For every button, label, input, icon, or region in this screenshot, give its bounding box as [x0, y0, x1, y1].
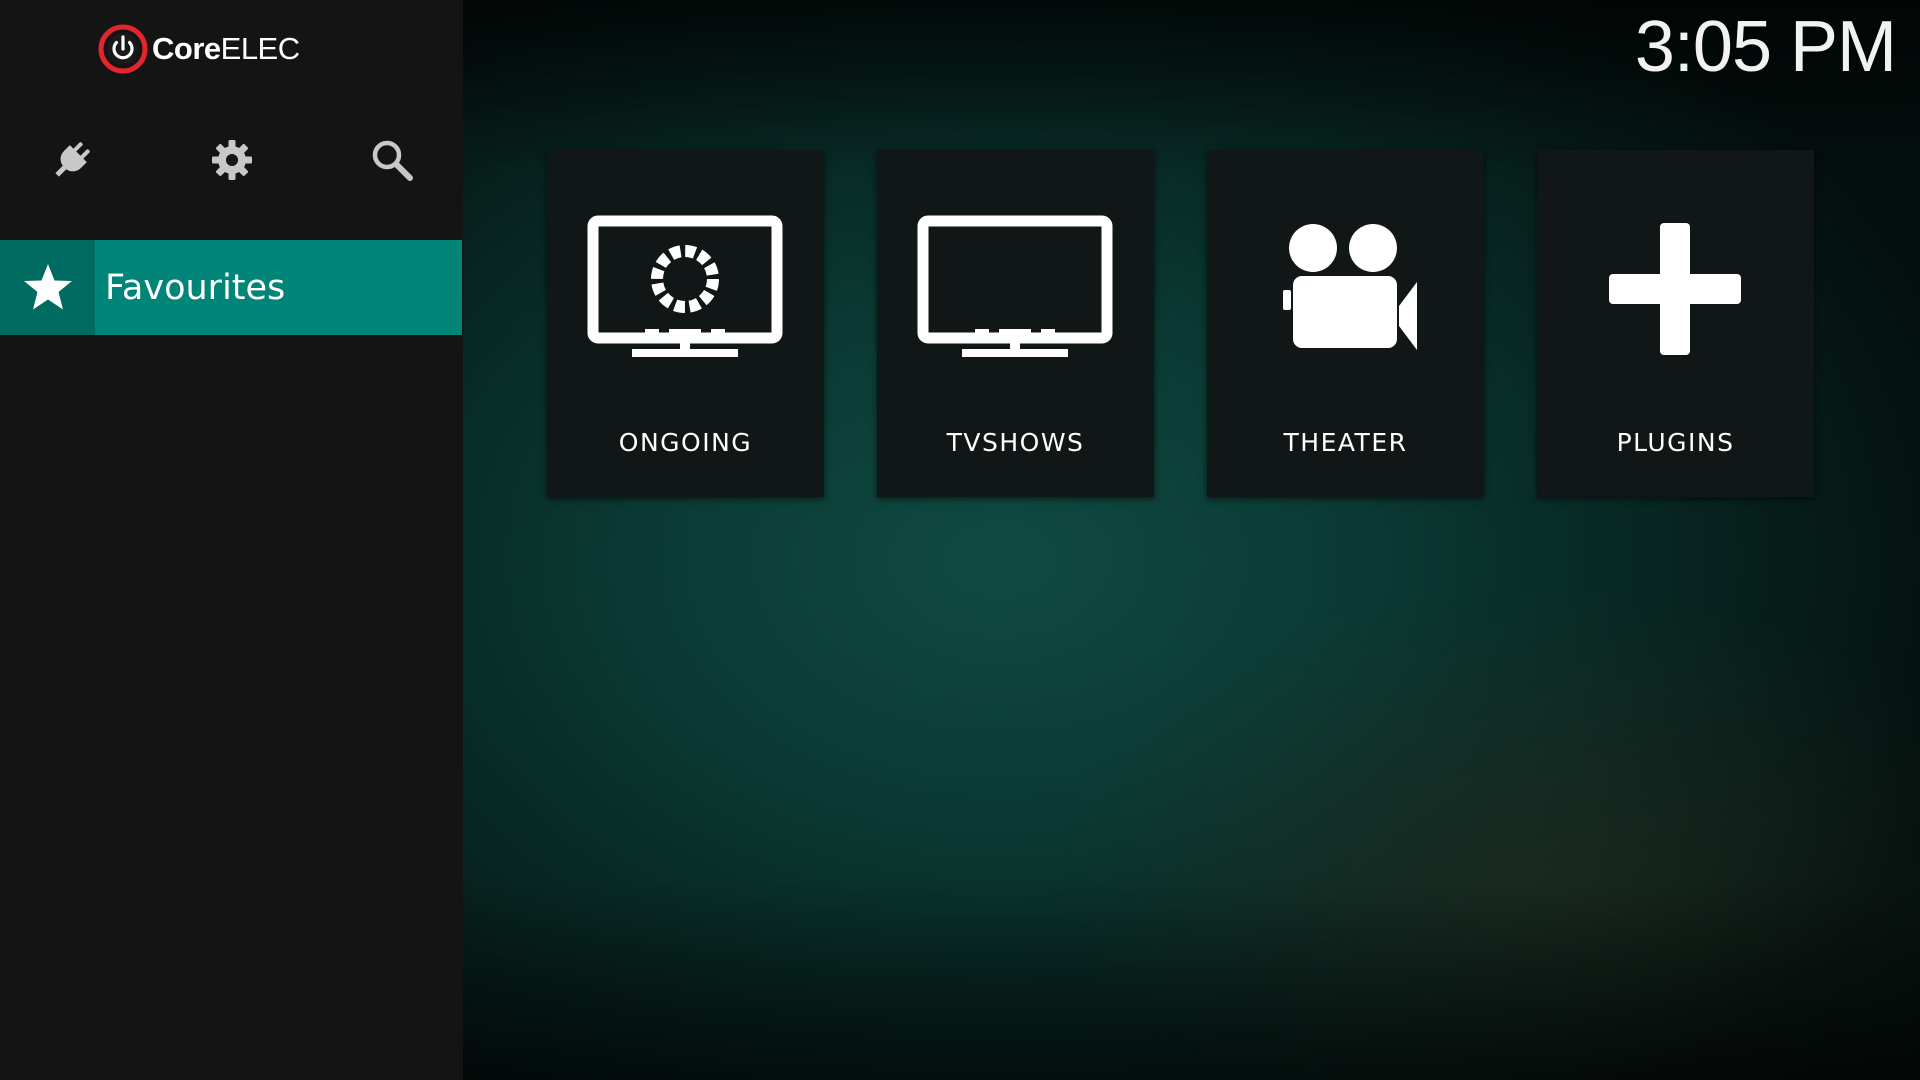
tv-icon: [917, 215, 1113, 357]
search-icon: [372, 140, 413, 181]
favourite-tile-theater[interactable]: THEATER: [1207, 150, 1484, 497]
favourite-tile-ongoing[interactable]: ONGOING: [547, 150, 824, 497]
video-camera-icon: [1283, 224, 1417, 350]
logo-text: CoreELEC: [152, 31, 300, 67]
sidebar-item-label: Favourites: [105, 267, 286, 308]
tile-label: TVSHOWS: [946, 428, 1085, 457]
logo-text-core: Core: [152, 31, 221, 66]
logo-text-elec: ELEC: [220, 31, 300, 66]
settings-button[interactable]: [202, 130, 262, 190]
sidebar-tool-icons: [0, 130, 463, 190]
clock: 3:05 PM: [1634, 7, 1897, 87]
favourite-tile-tvshows[interactable]: TVSHOWS: [877, 150, 1154, 497]
tv-loading-icon: [587, 215, 783, 357]
plug-icon: [55, 142, 90, 177]
favourite-tile-plugins[interactable]: PLUGINS: [1537, 150, 1814, 497]
tile-label: ONGOING: [618, 428, 753, 457]
power-logo-icon: [98, 24, 148, 74]
star-icon: [23, 263, 72, 309]
tile-label: PLUGINS: [1616, 428, 1735, 457]
gear-icon: [212, 140, 252, 180]
plus-icon: [1609, 223, 1741, 355]
tile-label: THEATER: [1283, 428, 1408, 457]
favourites-icon-box: [0, 240, 95, 335]
coreelec-logo: CoreELEC: [98, 22, 300, 76]
sidebar-item-favourites[interactable]: Favourites: [0, 240, 462, 335]
sidebar: CoreELEC Favourites: [0, 0, 463, 1080]
addons-button[interactable]: [42, 130, 102, 190]
home-screen: CoreELEC Favourites 3:05 PM ONGOING TVSH…: [0, 0, 1920, 1080]
background-bottom-fade: [463, 880, 1920, 1080]
search-button[interactable]: [362, 130, 422, 190]
